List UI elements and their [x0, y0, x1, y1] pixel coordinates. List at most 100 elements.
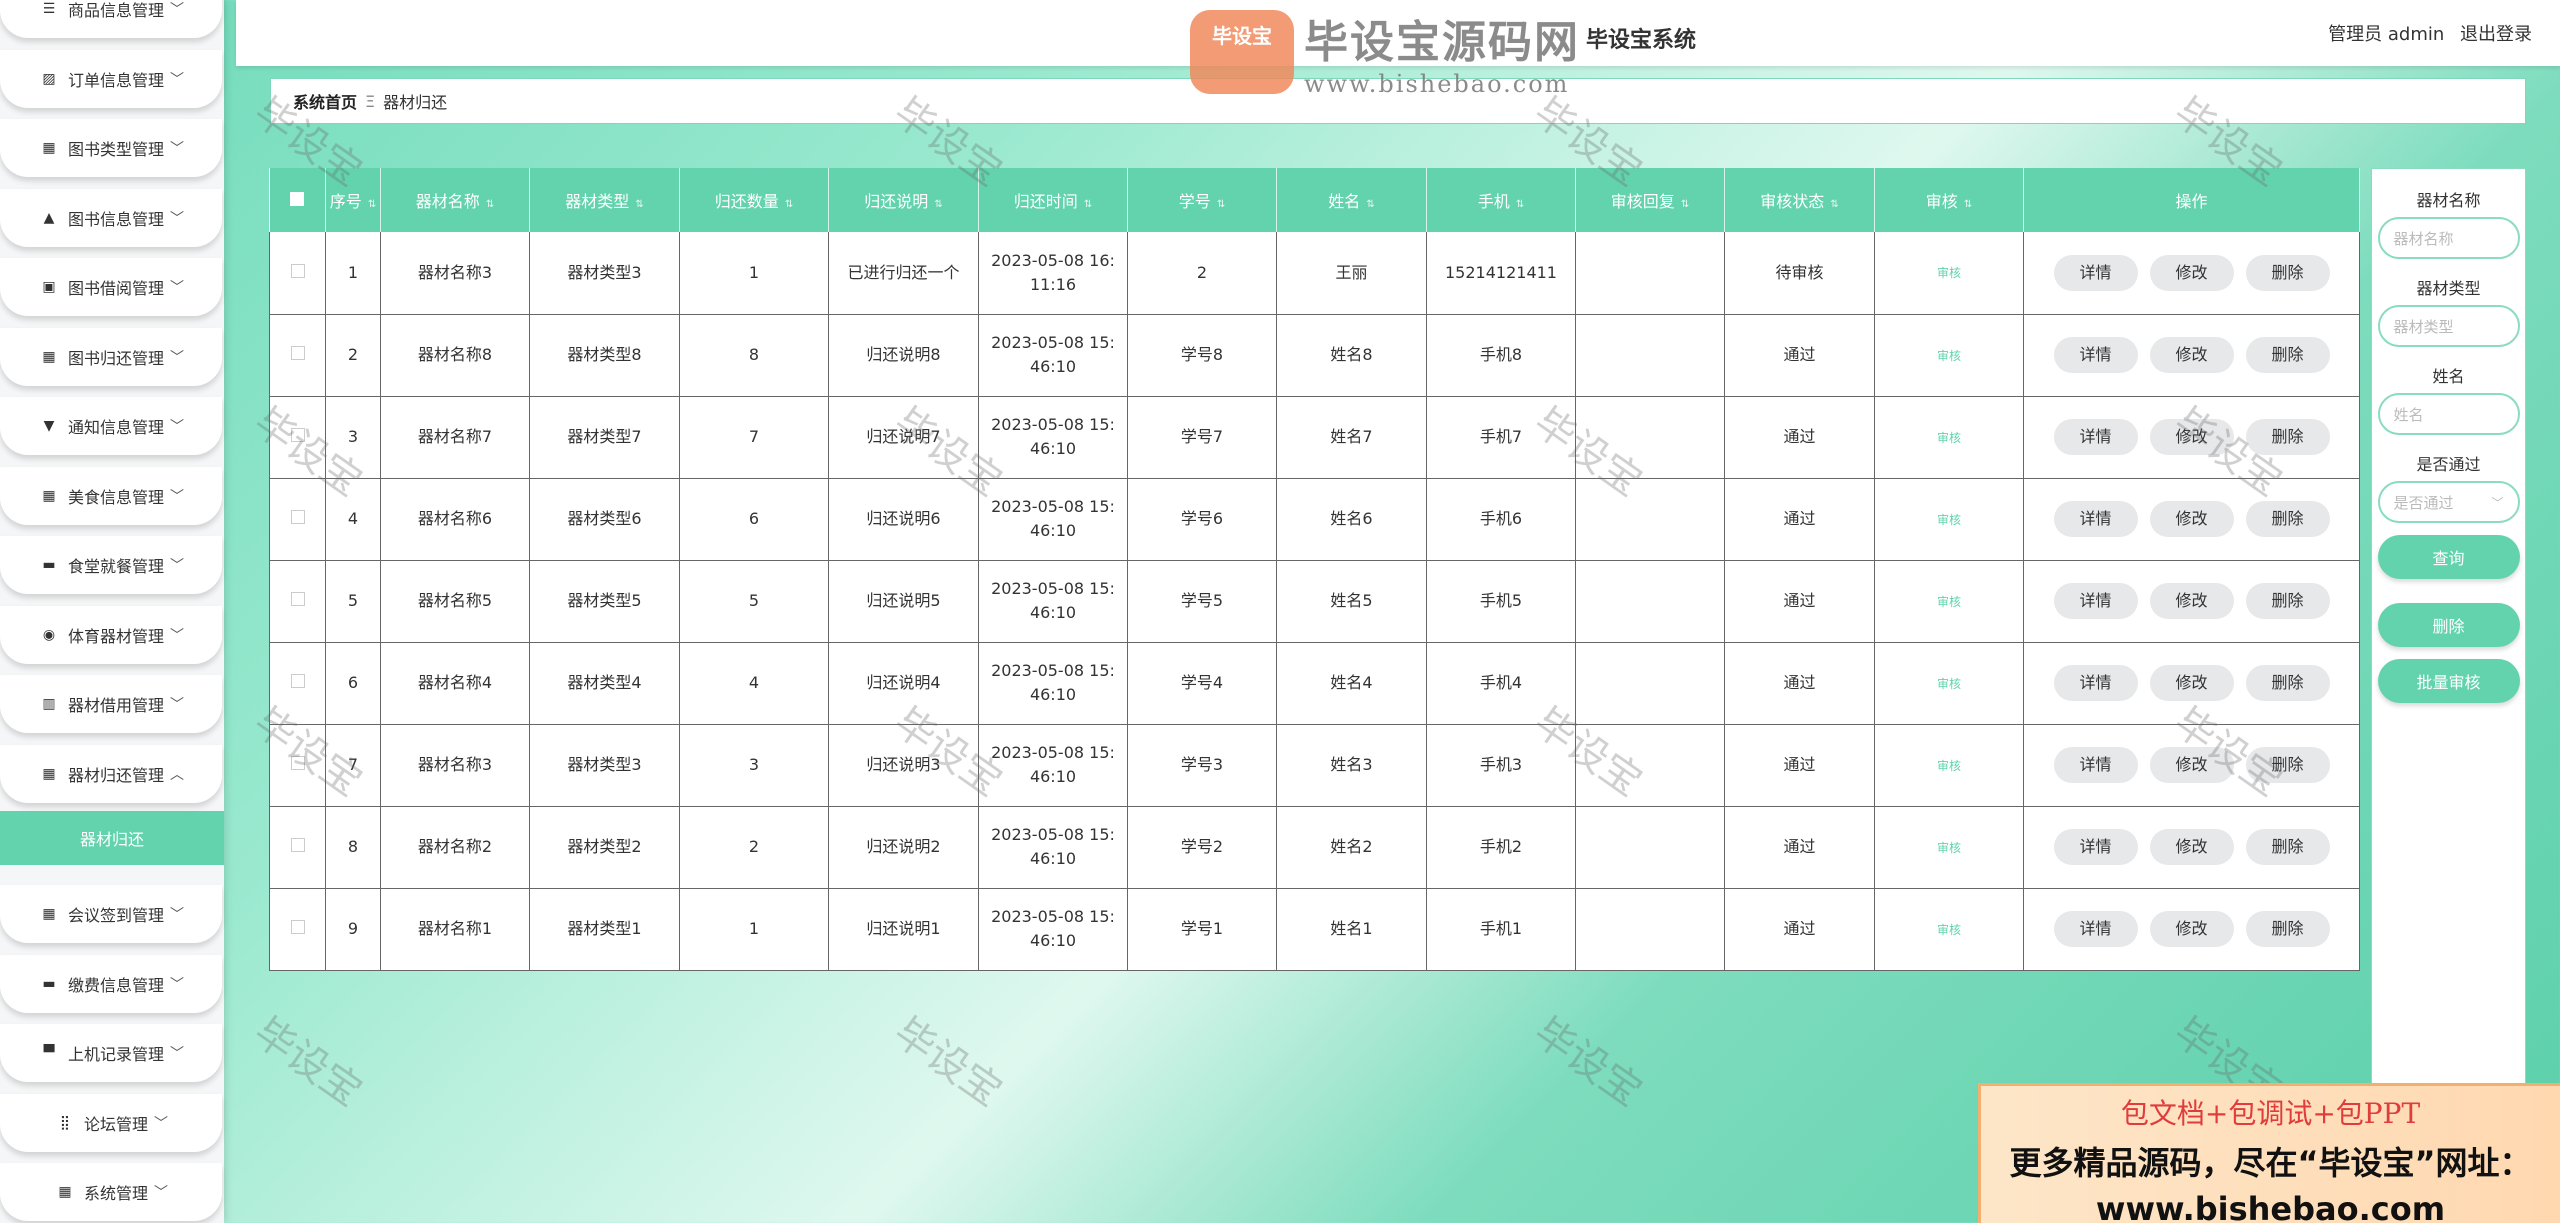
sort-icon[interactable]: ⇅: [1830, 199, 1838, 210]
sidebar-menu-item[interactable]: ⣿ 论坛管理 ﹀: [0, 1094, 222, 1152]
sidebar-menu-item[interactable]: ▬ 食堂就餐管理 ﹀: [0, 536, 222, 594]
logout-link[interactable]: 退出登录: [2460, 24, 2532, 45]
detail-button[interactable]: 详情: [2053, 419, 2138, 455]
row-delete-button[interactable]: 删除: [2245, 337, 2330, 373]
audit-link[interactable]: 审核: [1937, 349, 1961, 363]
audit-link[interactable]: 审核: [1937, 266, 1961, 280]
sidebar-menu-item[interactable]: ▼ 通知信息管理 ﹀: [0, 397, 222, 455]
audit-link[interactable]: 审核: [1937, 431, 1961, 445]
row-checkbox[interactable]: [290, 920, 305, 934]
row-checkbox[interactable]: [290, 510, 305, 524]
sidebar-menu-item[interactable]: ▦ 美食信息管理 ﹀: [0, 467, 222, 525]
sort-icon[interactable]: ⇅: [368, 199, 376, 210]
detail-button[interactable]: 详情: [2053, 583, 2138, 619]
row-checkbox[interactable]: [290, 674, 305, 688]
detail-button[interactable]: 详情: [2053, 254, 2138, 291]
sort-icon[interactable]: ⇅: [1964, 199, 1972, 210]
table-cell-type: 器材类型8: [529, 314, 680, 397]
column-header[interactable]: 归还数量 ⇅: [679, 168, 829, 232]
column-header[interactable]: 器材名称 ⇅: [380, 168, 530, 232]
audit-link[interactable]: 审核: [1937, 677, 1961, 691]
sort-icon[interactable]: ⇅: [635, 199, 643, 210]
sidebar-menu-item[interactable]: ▬ 缴费信息管理 ﹀: [0, 955, 222, 1013]
column-header[interactable]: 审核 ⇅: [1874, 168, 2024, 232]
sidebar-menu-item[interactable]: ▦ 会议签到管理 ﹀: [0, 885, 222, 943]
detail-button[interactable]: 详情: [2053, 337, 2138, 373]
column-header[interactable]: 序号 ⇅: [325, 168, 381, 232]
select-all-header[interactable]: [269, 168, 326, 232]
sidebar-menu-item[interactable]: ▦ 图书类型管理 ﹀: [0, 119, 222, 177]
delete-button[interactable]: 删除: [2377, 603, 2520, 647]
table-cell-phone: 手机3: [1426, 724, 1576, 807]
sort-icon[interactable]: ⇅: [1366, 199, 1374, 210]
detail-button[interactable]: 详情: [2053, 829, 2138, 865]
edit-button[interactable]: 修改: [2149, 337, 2234, 373]
edit-button[interactable]: 修改: [2149, 501, 2234, 537]
sort-icon[interactable]: ⇅: [1681, 199, 1689, 210]
audit-link[interactable]: 审核: [1937, 595, 1961, 609]
sidebar-menu-item[interactable]: ◉ 体育器材管理 ﹀: [0, 606, 222, 664]
search-type-input[interactable]: 器材类型: [2377, 305, 2520, 347]
row-checkbox[interactable]: [290, 756, 305, 770]
edit-button[interactable]: 修改: [2149, 911, 2234, 947]
row-delete-button[interactable]: 删除: [2245, 829, 2330, 865]
sidebar-menu-item[interactable]: ▦ 器材归还管理 ︿: [0, 745, 222, 803]
search-person-input[interactable]: 姓名: [2377, 393, 2520, 435]
edit-button[interactable]: 修改: [2149, 419, 2234, 455]
sidebar-menu-item[interactable]: ▦ 系统管理 ﹀: [0, 1163, 222, 1221]
row-delete-button[interactable]: 删除: [2245, 501, 2330, 537]
row-checkbox[interactable]: [290, 592, 305, 606]
query-button[interactable]: 查询: [2377, 535, 2520, 579]
edit-button[interactable]: 修改: [2149, 583, 2234, 619]
sort-icon[interactable]: ⇅: [1084, 199, 1092, 210]
sort-icon[interactable]: ⇅: [934, 199, 942, 210]
sort-icon[interactable]: ⇅: [785, 199, 793, 210]
detail-button[interactable]: 详情: [2053, 747, 2138, 783]
sidebar-menu-item[interactable]: ▦ 图书归还管理 ﹀: [0, 328, 222, 386]
sort-icon[interactable]: ⇅: [1516, 199, 1524, 210]
audit-link[interactable]: 审核: [1937, 759, 1961, 773]
audit-link[interactable]: 审核: [1937, 841, 1961, 855]
row-checkbox[interactable]: [290, 838, 305, 852]
row-delete-button[interactable]: 删除: [2245, 419, 2330, 455]
column-header[interactable]: 审核回复 ⇅: [1575, 168, 1725, 232]
row-checkbox[interactable]: [290, 428, 305, 442]
detail-button[interactable]: 详情: [2053, 911, 2138, 947]
audit-link[interactable]: 审核: [1937, 513, 1961, 527]
sidebar-menu-item[interactable]: ▣ 图书借阅管理 ﹀: [0, 258, 222, 316]
row-delete-button[interactable]: 删除: [2245, 583, 2330, 619]
sort-icon[interactable]: ⇅: [486, 199, 494, 210]
edit-button[interactable]: 修改: [2149, 747, 2234, 783]
audit-link[interactable]: 审核: [1937, 923, 1961, 937]
sidebar-menu-item[interactable]: ▲ 图书信息管理 ﹀: [0, 189, 222, 247]
column-header[interactable]: 学号 ⇅: [1127, 168, 1277, 232]
column-header[interactable]: 审核状态 ⇅: [1724, 168, 1875, 232]
row-delete-button[interactable]: 删除: [2245, 254, 2330, 291]
column-header[interactable]: 归还时间 ⇅: [978, 168, 1128, 232]
sort-icon[interactable]: ⇅: [1217, 199, 1225, 210]
sidebar-menu-item[interactable]: ▀ 上机记录管理 ﹀: [0, 1024, 222, 1082]
row-delete-button[interactable]: 删除: [2245, 911, 2330, 947]
search-name-input[interactable]: 器材名称: [2377, 217, 2520, 259]
column-header[interactable]: 姓名 ⇅: [1276, 168, 1427, 232]
row-checkbox[interactable]: [290, 263, 305, 278]
search-pass-select[interactable]: 是否通过 ﹀: [2377, 481, 2520, 523]
row-delete-button[interactable]: 删除: [2245, 665, 2330, 701]
sidebar-subitem-equipment-return[interactable]: 器材归还: [0, 811, 224, 865]
batch-audit-button[interactable]: 批量审核: [2377, 659, 2520, 703]
detail-button[interactable]: 详情: [2053, 665, 2138, 701]
column-header[interactable]: 手机 ⇅: [1426, 168, 1576, 232]
row-delete-button[interactable]: 删除: [2245, 747, 2330, 783]
select-all-checkbox[interactable]: [290, 191, 305, 206]
column-header[interactable]: 归还说明 ⇅: [828, 168, 979, 232]
sidebar-menu-item[interactable]: ▨ 订单信息管理 ﹀: [0, 50, 222, 108]
edit-button[interactable]: 修改: [2149, 665, 2234, 701]
detail-button[interactable]: 详情: [2053, 501, 2138, 537]
breadcrumb-home[interactable]: 系统首页: [293, 89, 357, 113]
row-checkbox[interactable]: [290, 346, 305, 360]
edit-button[interactable]: 修改: [2149, 829, 2234, 865]
column-header[interactable]: 器材类型 ⇅: [529, 168, 680, 232]
sidebar-menu-item[interactable]: ▥ 器材借用管理 ﹀: [0, 675, 222, 733]
sidebar-menu-item[interactable]: ☰ 商品信息管理 ﹀: [0, 0, 222, 38]
edit-button[interactable]: 修改: [2149, 254, 2234, 291]
